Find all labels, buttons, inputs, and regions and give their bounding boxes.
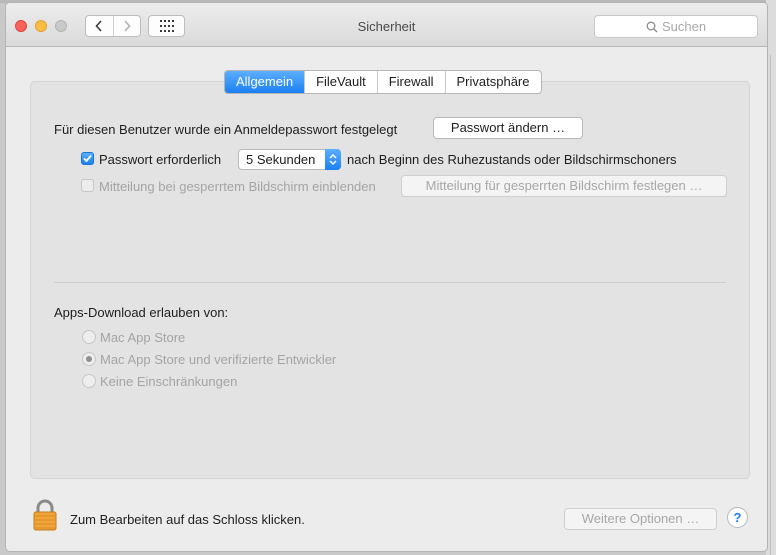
lock-message-checkbox[interactable] [81,179,94,192]
chevron-right-icon [124,20,131,32]
advanced-options-button[interactable]: Weitere Optionen … [564,508,717,530]
forward-button[interactable] [114,16,141,36]
back-button[interactable] [86,16,114,36]
tab-bar: Allgemein FileVault Firewall Privatsphär… [224,70,542,94]
radio-anywhere[interactable] [82,374,96,388]
radio-identified-developers[interactable] [82,352,96,366]
lock-icon [33,499,57,531]
grid-icon [159,20,174,32]
change-password-button[interactable]: Passwort ändern … [433,117,583,139]
password-set-label: Für diesen Benutzer wurde ein Anmeldepas… [54,122,398,137]
content-panel [30,81,750,479]
lock-message-label: Mitteilung bei gesperrtem Bildschirm ein… [99,179,376,194]
require-password-suffix: nach Beginn des Ruhezustands oder Bildsc… [347,152,677,167]
search-field[interactable]: Suchen [594,15,758,38]
require-password-label: Passwort erforderlich [99,152,222,167]
updown-arrows-icon [325,149,341,170]
background-window-line [770,55,771,555]
password-delay-popup[interactable]: 5 Sekunden [238,149,341,170]
zoom-button[interactable] [55,20,67,32]
close-button[interactable] [15,20,27,32]
tab-firewall[interactable]: Firewall [376,71,445,93]
search-icon [646,21,658,32]
help-button[interactable]: ? [727,507,748,528]
radio-mac-app-store[interactable] [82,330,96,344]
tab-privatsphaere[interactable]: Privatsphäre [444,71,541,93]
password-delay-value: 5 Sekunden [246,152,316,167]
radio-identified-developers-label: Mac App Store und verifizierte Entwickle… [100,352,337,367]
lock-message-button[interactable]: Mitteilung für gesperrten Bildschirm fes… [401,175,727,197]
downloads-heading: Apps-Download erlauben von: [54,305,229,320]
tab-allgemein[interactable]: Allgemein [225,71,305,93]
back-forward-control [85,15,141,37]
search-placeholder: Suchen [661,19,707,34]
minimize-button[interactable] [35,20,47,32]
checkmark-icon [83,154,92,163]
chevron-left-icon [95,20,102,32]
require-password-checkbox[interactable] [81,152,94,165]
title-bar: Sicherheit Suchen [6,3,767,47]
section-divider [54,282,726,283]
radio-anywhere-label: Keine Einschränkungen [100,374,238,389]
lock-hint-label: Zum Bearbeiten auf das Schloss klicken. [70,512,305,527]
preferences-window: Sicherheit Suchen Allgemein FileVault Fi… [5,2,768,552]
tab-filevault[interactable]: FileVault [304,71,377,93]
lock-button[interactable] [32,499,58,534]
show-all-button[interactable] [148,15,185,37]
radio-mac-app-store-label: Mac App Store [100,330,186,345]
